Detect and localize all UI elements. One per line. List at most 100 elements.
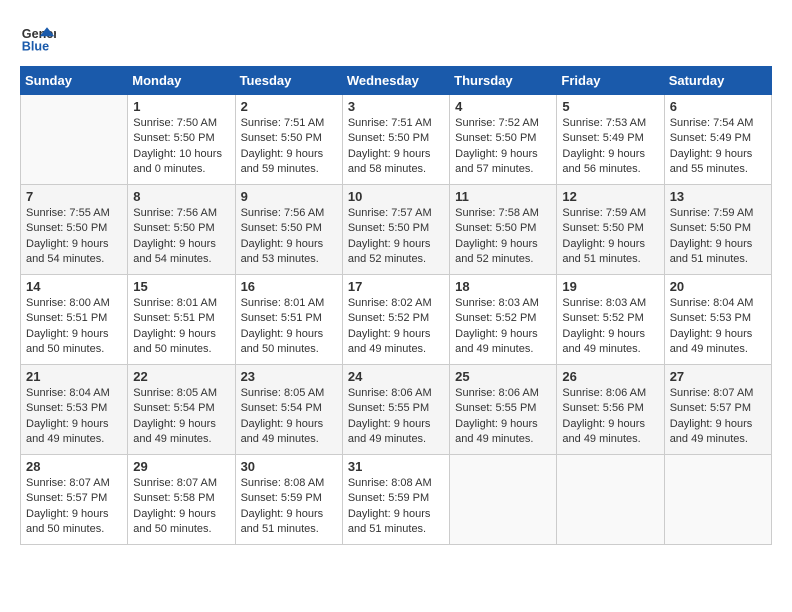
cell-content: Sunrise: 7:50 AM Sunset: 5:50 PM Dayligh… [133,116,229,178]
calendar-cell: 3Sunrise: 7:51 AM Sunset: 5:50 PM Daylig… [342,95,449,185]
cell-content: Sunrise: 7:54 AM Sunset: 5:49 PM Dayligh… [670,116,766,178]
cell-content: Sunrise: 7:59 AM Sunset: 5:50 PM Dayligh… [670,206,766,268]
cell-content: Sunrise: 8:07 AM Sunset: 5:57 PM Dayligh… [26,476,122,538]
cell-content: Sunrise: 7:55 AM Sunset: 5:50 PM Dayligh… [26,206,122,268]
day-number: 29 [133,459,229,474]
calendar-cell [450,455,557,545]
calendar-cell: 5Sunrise: 7:53 AM Sunset: 5:49 PM Daylig… [557,95,664,185]
day-number: 25 [455,369,551,384]
calendar-cell: 31 Sunrise: 8:08 AM Sunset: 5:59 PM Dayli… [342,455,449,545]
calendar-cell: 17 Sunrise: 8:02 AM Sunset: 5:52 PM Dayli… [342,275,449,365]
day-number: 16 [241,279,337,294]
calendar-table: SundayMondayTuesdayWednesdayThursdayFrid… [20,66,772,545]
day-number: 28 [26,459,122,474]
cell-content: Sunrise: 7:52 AM Sunset: 5:50 PM Dayligh… [455,116,551,178]
calendar-cell: 22 Sunrise: 8:05 AM Sunset: 5:54 PM Dayli… [128,365,235,455]
day-number: 24 [348,369,444,384]
day-header-wednesday: Wednesday [342,67,449,95]
calendar-cell: 7 Sunrise: 7:55 AM Sunset: 5:50 PM Daylig… [21,185,128,275]
cell-content: Sunrise: 8:03 AM Sunset: 5:52 PM Dayligh… [455,296,551,358]
cell-content: Sunrise: 7:57 AM Sunset: 5:50 PM Dayligh… [348,206,444,268]
cell-content: Sunrise: 8:00 AM Sunset: 5:51 PM Dayligh… [26,296,122,358]
day-header-tuesday: Tuesday [235,67,342,95]
cell-content: Sunrise: 8:01 AM Sunset: 5:51 PM Dayligh… [133,296,229,358]
day-header-thursday: Thursday [450,67,557,95]
cell-content: Sunrise: 8:01 AM Sunset: 5:51 PM Dayligh… [241,296,337,358]
cell-content: Sunrise: 8:07 AM Sunset: 5:57 PM Dayligh… [670,386,766,448]
cell-content: Sunrise: 7:51 AM Sunset: 5:50 PM Dayligh… [241,116,337,178]
calendar-cell: 14 Sunrise: 8:00 AM Sunset: 5:51 PM Dayli… [21,275,128,365]
cell-content: Sunrise: 8:04 AM Sunset: 5:53 PM Dayligh… [26,386,122,448]
calendar-cell: 11 Sunrise: 7:58 AM Sunset: 5:50 PM Dayli… [450,185,557,275]
day-number: 30 [241,459,337,474]
calendar-cell: 19Sunrise: 8:03 AM Sunset: 5:52 PM Dayli… [557,275,664,365]
calendar-cell: 26 Sunrise: 8:06 AM Sunset: 5:56 PM Dayli… [557,365,664,455]
day-header-saturday: Saturday [664,67,771,95]
calendar-cell: 21 Sunrise: 8:04 AM Sunset: 5:53 PM Dayli… [21,365,128,455]
calendar-cell: 27 Sunrise: 8:07 AM Sunset: 5:57 PM Dayli… [664,365,771,455]
calendar-cell: 4Sunrise: 7:52 AM Sunset: 5:50 PM Daylig… [450,95,557,185]
calendar-cell [557,455,664,545]
day-number: 18 [455,279,551,294]
calendar-cell: 15 Sunrise: 8:01 AM Sunset: 5:51 PM Dayli… [128,275,235,365]
day-number: 12 [562,189,658,204]
cell-content: Sunrise: 8:06 AM Sunset: 5:56 PM Dayligh… [562,386,658,448]
calendar-cell: 8 Sunrise: 7:56 AM Sunset: 5:50 PM Daylig… [128,185,235,275]
calendar-cell: 28 Sunrise: 8:07 AM Sunset: 5:57 PM Dayli… [21,455,128,545]
cell-content: Sunrise: 7:51 AM Sunset: 5:50 PM Dayligh… [348,116,444,178]
day-number: 26 [562,369,658,384]
day-number: 21 [26,369,122,384]
day-number: 20 [670,279,766,294]
cell-content: Sunrise: 8:08 AM Sunset: 5:59 PM Dayligh… [241,476,337,538]
day-number: 1 [133,99,229,114]
cell-content: Sunrise: 7:53 AM Sunset: 5:49 PM Dayligh… [562,116,658,178]
day-number: 13 [670,189,766,204]
logo-icon: General Blue [20,20,56,56]
calendar-cell: 10 Sunrise: 7:57 AM Sunset: 5:50 PM Dayli… [342,185,449,275]
cell-content: Sunrise: 8:07 AM Sunset: 5:58 PM Dayligh… [133,476,229,538]
calendar-cell: 12 Sunrise: 7:59 AM Sunset: 5:50 PM Dayli… [557,185,664,275]
calendar-cell: 13 Sunrise: 7:59 AM Sunset: 5:50 PM Dayli… [664,185,771,275]
day-number: 27 [670,369,766,384]
cell-content: Sunrise: 7:59 AM Sunset: 5:50 PM Dayligh… [562,206,658,268]
calendar-cell: 9Sunrise: 7:56 AM Sunset: 5:50 PM Daylig… [235,185,342,275]
calendar-cell: 30 Sunrise: 8:08 AM Sunset: 5:59 PM Dayli… [235,455,342,545]
calendar-cell [21,95,128,185]
day-number: 23 [241,369,337,384]
calendar-cell: 20 Sunrise: 8:04 AM Sunset: 5:53 PM Dayli… [664,275,771,365]
day-number: 22 [133,369,229,384]
calendar-cell: 6 Sunrise: 7:54 AM Sunset: 5:49 PM Daylig… [664,95,771,185]
cell-content: Sunrise: 8:02 AM Sunset: 5:52 PM Dayligh… [348,296,444,358]
calendar-cell: 16 Sunrise: 8:01 AM Sunset: 5:51 PM Dayli… [235,275,342,365]
cell-content: Sunrise: 7:56 AM Sunset: 5:50 PM Dayligh… [241,206,337,268]
page-header: General Blue [20,20,772,56]
cell-content: Sunrise: 8:04 AM Sunset: 5:53 PM Dayligh… [670,296,766,358]
calendar-cell [664,455,771,545]
day-number: 14 [26,279,122,294]
logo: General Blue [20,20,56,56]
cell-content: Sunrise: 8:08 AM Sunset: 5:59 PM Dayligh… [348,476,444,538]
day-number: 8 [133,189,229,204]
cell-content: Sunrise: 8:05 AM Sunset: 5:54 PM Dayligh… [133,386,229,448]
day-number: 11 [455,189,551,204]
calendar-cell: 18 Sunrise: 8:03 AM Sunset: 5:52 PM Dayli… [450,275,557,365]
svg-text:Blue: Blue [22,40,49,54]
cell-content: Sunrise: 7:56 AM Sunset: 5:50 PM Dayligh… [133,206,229,268]
day-number: 17 [348,279,444,294]
calendar-cell: 25Sunrise: 8:06 AM Sunset: 5:55 PM Dayli… [450,365,557,455]
cell-content: Sunrise: 7:58 AM Sunset: 5:50 PM Dayligh… [455,206,551,268]
cell-content: Sunrise: 8:06 AM Sunset: 5:55 PM Dayligh… [348,386,444,448]
day-number: 6 [670,99,766,114]
day-header-monday: Monday [128,67,235,95]
day-number: 7 [26,189,122,204]
day-number: 10 [348,189,444,204]
day-header-friday: Friday [557,67,664,95]
cell-content: Sunrise: 8:05 AM Sunset: 5:54 PM Dayligh… [241,386,337,448]
cell-content: Sunrise: 8:03 AM Sunset: 5:52 PM Dayligh… [562,296,658,358]
day-number: 2 [241,99,337,114]
calendar-cell: 24 Sunrise: 8:06 AM Sunset: 5:55 PM Dayli… [342,365,449,455]
calendar-cell: 23 Sunrise: 8:05 AM Sunset: 5:54 PM Dayli… [235,365,342,455]
day-number: 15 [133,279,229,294]
day-number: 31 [348,459,444,474]
day-header-sunday: Sunday [21,67,128,95]
